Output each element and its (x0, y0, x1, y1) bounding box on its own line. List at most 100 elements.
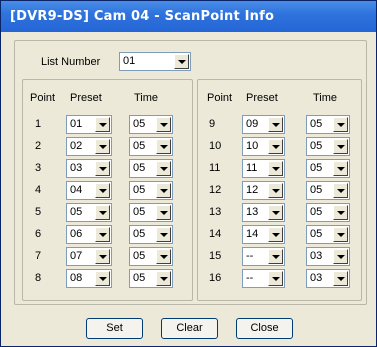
chevron-down-icon[interactable] (95, 205, 110, 220)
time-select[interactable]: 05 (129, 203, 173, 222)
preset-select[interactable]: 03 (66, 159, 112, 178)
time-select[interactable]: 03 (306, 269, 350, 288)
time-select[interactable]: 05 (129, 159, 173, 178)
preset-select[interactable]: 07 (66, 247, 112, 266)
point-number: 10 (209, 140, 222, 152)
preset-select[interactable]: 02 (66, 137, 112, 156)
preset-value: 03 (70, 162, 83, 174)
chevron-down-icon[interactable] (174, 54, 189, 69)
time-select[interactable]: 05 (129, 181, 173, 200)
scanpoint-row: 2 02 05 (23, 137, 192, 156)
time-select[interactable]: 05 (129, 137, 173, 156)
preset-select[interactable]: 04 (66, 181, 112, 200)
time-value: 03 (310, 250, 323, 262)
preset-select[interactable]: -- (242, 247, 285, 266)
time-select[interactable]: 05 (306, 137, 350, 156)
time-select[interactable]: 05 (306, 115, 350, 134)
preset-select[interactable]: 11 (242, 159, 285, 178)
time-select[interactable]: 05 (129, 225, 173, 244)
preset-select[interactable]: 08 (66, 269, 112, 288)
time-select[interactable]: 05 (129, 269, 173, 288)
preset-value: 10 (246, 140, 259, 152)
scanpoint-row: 15 -- 03 (198, 247, 361, 266)
chevron-down-icon[interactable] (95, 249, 110, 264)
time-select[interactable]: 05 (129, 115, 173, 134)
chevron-down-icon[interactable] (268, 227, 283, 242)
header-time: Time (134, 92, 159, 104)
chevron-down-icon[interactable] (268, 139, 283, 154)
chevron-down-icon[interactable] (95, 117, 110, 132)
time-value: 05 (133, 118, 146, 130)
chevron-down-icon[interactable] (333, 117, 348, 132)
chevron-down-icon[interactable] (156, 183, 171, 198)
preset-select[interactable]: 06 (66, 225, 112, 244)
chevron-down-icon[interactable] (95, 271, 110, 286)
preset-select[interactable]: 10 (242, 137, 285, 156)
time-select[interactable]: 03 (306, 247, 350, 266)
set-button[interactable]: Set (86, 318, 143, 339)
time-value: 05 (310, 118, 323, 130)
chevron-down-icon[interactable] (95, 183, 110, 198)
time-select[interactable]: 05 (306, 225, 350, 244)
chevron-down-icon[interactable] (156, 249, 171, 264)
chevron-down-icon[interactable] (268, 205, 283, 220)
chevron-down-icon[interactable] (268, 183, 283, 198)
right-points-panel: Point Preset Time 9 09 05 10 10 05 11 11 05 12 12 05 13… (197, 79, 362, 301)
preset-select[interactable]: 09 (242, 115, 285, 134)
scanpoint-row: 16 -- 03 (198, 269, 361, 288)
point-number: 8 (35, 272, 42, 284)
title-bar[interactable]: [DVR9-DS] Cam 04 - ScanPoint Info (1, 1, 376, 32)
preset-value: 11 (246, 162, 258, 174)
point-number: 9 (209, 118, 216, 130)
chevron-down-icon[interactable] (156, 139, 171, 154)
time-select[interactable]: 05 (306, 159, 350, 178)
header-point: Point (30, 92, 56, 104)
chevron-down-icon[interactable] (333, 271, 348, 286)
chevron-down-icon[interactable] (95, 227, 110, 242)
preset-select[interactable]: 05 (66, 203, 112, 222)
preset-select[interactable]: 13 (242, 203, 285, 222)
preset-select[interactable]: 01 (66, 115, 112, 134)
preset-select[interactable]: 14 (242, 225, 285, 244)
chevron-down-icon[interactable] (333, 227, 348, 242)
chevron-down-icon[interactable] (156, 205, 171, 220)
time-value: 05 (133, 184, 146, 196)
list-number-label: List Number (41, 56, 101, 68)
chevron-down-icon[interactable] (268, 249, 283, 264)
close-button[interactable]: Close (236, 318, 293, 339)
chevron-down-icon[interactable] (95, 139, 110, 154)
time-select[interactable]: 05 (306, 203, 350, 222)
chevron-down-icon[interactable] (268, 117, 283, 132)
scanpoint-row: 10 10 05 (198, 137, 361, 156)
preset-value: 04 (70, 184, 83, 196)
chevron-down-icon[interactable] (268, 161, 283, 176)
time-select[interactable]: 05 (306, 181, 350, 200)
point-number: 13 (209, 206, 222, 218)
preset-select[interactable]: 12 (242, 181, 285, 200)
chevron-down-icon[interactable] (156, 227, 171, 242)
chevron-down-icon[interactable] (268, 271, 283, 286)
chevron-down-icon[interactable] (333, 139, 348, 154)
time-select[interactable]: 05 (129, 247, 173, 266)
preset-select[interactable]: -- (242, 269, 285, 288)
chevron-down-icon[interactable] (95, 161, 110, 176)
chevron-down-icon[interactable] (333, 183, 348, 198)
scanpoint-row: 5 05 05 (23, 203, 192, 222)
header-preset: Preset (246, 92, 278, 104)
chevron-down-icon[interactable] (333, 249, 348, 264)
chevron-down-icon[interactable] (156, 161, 171, 176)
scanpoint-row: 13 13 05 (198, 203, 361, 222)
scanpoint-info-dialog: [DVR9-DS] Cam 04 - ScanPoint Info List N… (0, 0, 377, 347)
scanpoint-row: 3 03 05 (23, 159, 192, 178)
chevron-down-icon[interactable] (333, 161, 348, 176)
clear-button[interactable]: Clear (161, 318, 218, 339)
preset-value: 06 (70, 228, 83, 240)
list-number-select[interactable]: 01 (119, 52, 191, 71)
time-value: 05 (310, 228, 323, 240)
time-value: 05 (133, 140, 146, 152)
chevron-down-icon[interactable] (156, 117, 171, 132)
chevron-down-icon[interactable] (156, 271, 171, 286)
chevron-down-icon[interactable] (333, 205, 348, 220)
preset-value: 01 (70, 118, 83, 130)
scanpoint-row: 14 14 05 (198, 225, 361, 244)
